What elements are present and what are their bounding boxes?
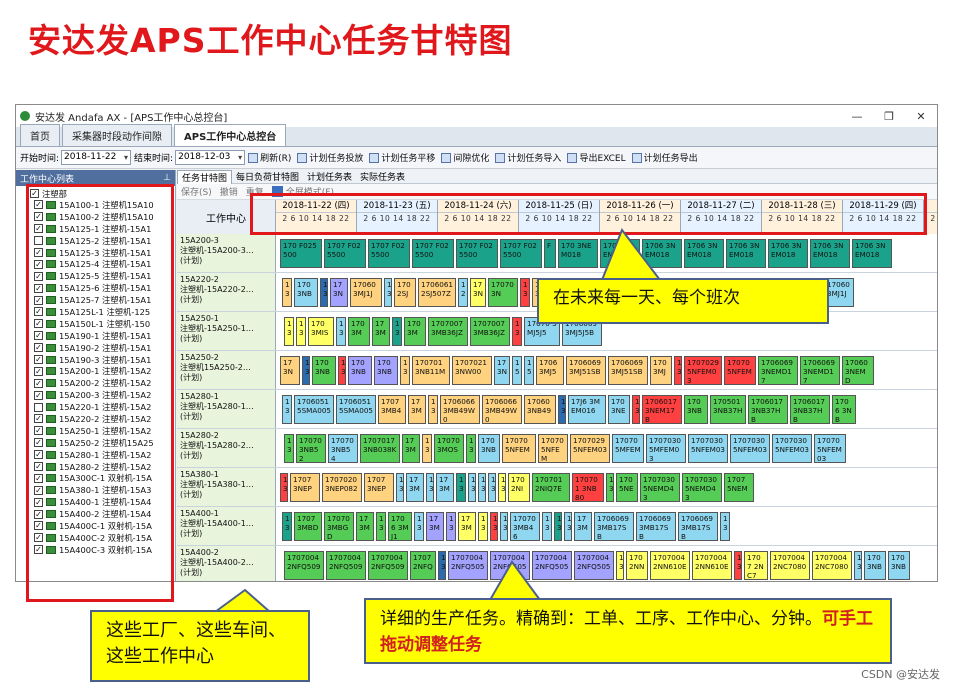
timeline-callout-text: 在未来每一天、每个班次 [553,288,740,308]
timeline-callout: 在未来每一天、每个班次 [537,278,829,324]
tasks-callout: 详细的生产任务。精确到：工单、工序、工作中心、分钟。可手工拖动调整任务 [364,598,892,664]
watermark: CSDN @安达发 [861,668,940,681]
workcenter-callout-text: 这些工厂、这些车间、这些工作中心 [106,620,286,667]
timeline-pointer [600,227,663,281]
sidebar-pointer [211,588,273,613]
tasks-callout-text: 详细的生产任务。精确到：工单、工序、工作中心、分钟。 [380,609,822,629]
callout-pointers [211,227,663,613]
workcenter-callout: 这些工厂、这些车间、这些工作中心 [90,610,310,682]
tasks-pointer [488,560,542,601]
